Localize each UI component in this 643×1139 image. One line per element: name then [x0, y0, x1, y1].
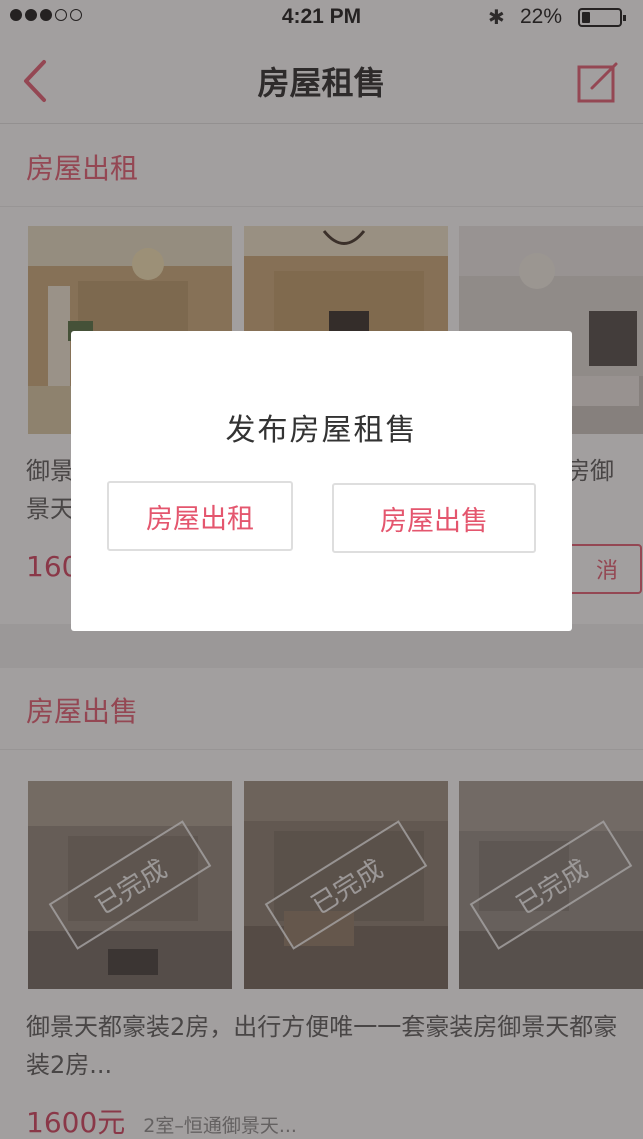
publish-sale-button[interactable]: 房屋出售 — [332, 483, 536, 553]
dialog-title: 发布房屋租售 — [225, 413, 418, 448]
publish-rent-button[interactable]: 房屋出租 — [107, 481, 293, 551]
publish-dialog: 发布房屋租售 房屋出租 房屋出售 — [71, 331, 572, 631]
